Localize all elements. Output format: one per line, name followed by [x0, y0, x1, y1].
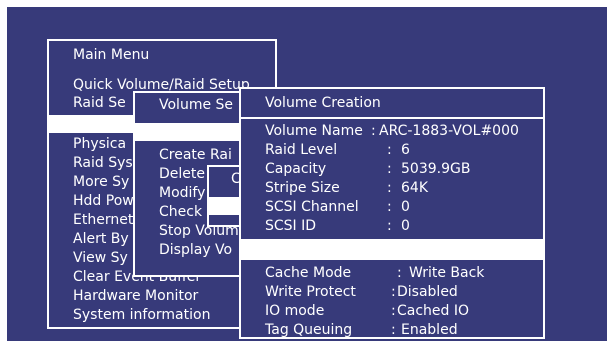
field-sep: :: [387, 161, 392, 177]
field-value: 0: [401, 218, 410, 234]
field-value: Disabled: [397, 284, 458, 300]
field-value: 0: [401, 199, 410, 215]
field-tag-queuing[interactable]: Tag Queuing : Enabled: [241, 320, 543, 338]
field-key: IO mode: [265, 303, 325, 319]
field-capacity[interactable]: Capacity : 5039.9GB: [241, 159, 543, 179]
bios-screen: Main Menu Quick Volume/Raid Setup Raid S…: [7, 7, 607, 341]
field-raid-level[interactable]: Raid Level : 6: [241, 140, 543, 160]
field-key: Cache Mode: [265, 265, 352, 281]
field-key: SCSI ID: [265, 218, 317, 234]
field-sep: :: [391, 284, 396, 300]
field-volume-name[interactable]: Volume Name : ARC-1883-VOL#000: [241, 121, 543, 141]
field-stripe-size[interactable]: Stripe Size : 64K: [241, 178, 543, 198]
field-sep: :: [391, 322, 396, 338]
volume-creation-title: Volume Creation: [265, 95, 381, 111]
field-scsi-channel[interactable]: SCSI Channel : 0: [241, 197, 543, 217]
field-sep: :: [397, 265, 402, 281]
field-cache-mode[interactable]: Cache Mode : Write Back: [241, 263, 543, 283]
field-value: Enabled: [401, 322, 458, 338]
field-sep: :: [371, 123, 376, 139]
field-sep: :: [391, 303, 396, 319]
field-sep: :: [387, 142, 392, 158]
field-scsi-id[interactable]: SCSI ID : 0: [241, 216, 543, 236]
field-value: Cached IO: [397, 303, 470, 319]
field-value: ARC-1883-VOL#000: [379, 123, 519, 139]
field-sep: :: [387, 180, 392, 196]
field-sep: :: [387, 199, 392, 215]
field-key: Tag Queuing: [265, 322, 353, 338]
field-value: Write Back: [409, 265, 485, 281]
field-key: Raid Level: [265, 142, 338, 158]
field-key: Write Protect: [265, 284, 356, 300]
field-value: 64K: [401, 180, 428, 196]
field-key: Capacity: [265, 161, 327, 177]
field-highlight[interactable]: [241, 239, 543, 260]
field-key: Volume Name: [265, 123, 363, 139]
field-value: 5039.9GB: [401, 161, 471, 177]
field-io-mode[interactable]: IO mode : Cached IO: [241, 301, 543, 321]
field-value: 6: [401, 142, 410, 158]
field-sep: :: [387, 218, 392, 234]
field-key: Stripe Size: [265, 180, 340, 196]
field-key: SCSI Channel: [265, 199, 359, 215]
volume-creation-panel: Volume Creation Volume Name : ARC-1883-V…: [239, 87, 545, 339]
title-divider: [241, 117, 543, 119]
main-menu-title: Main Menu: [73, 47, 150, 63]
field-write-protect[interactable]: Write Protect : Disabled: [241, 282, 543, 302]
